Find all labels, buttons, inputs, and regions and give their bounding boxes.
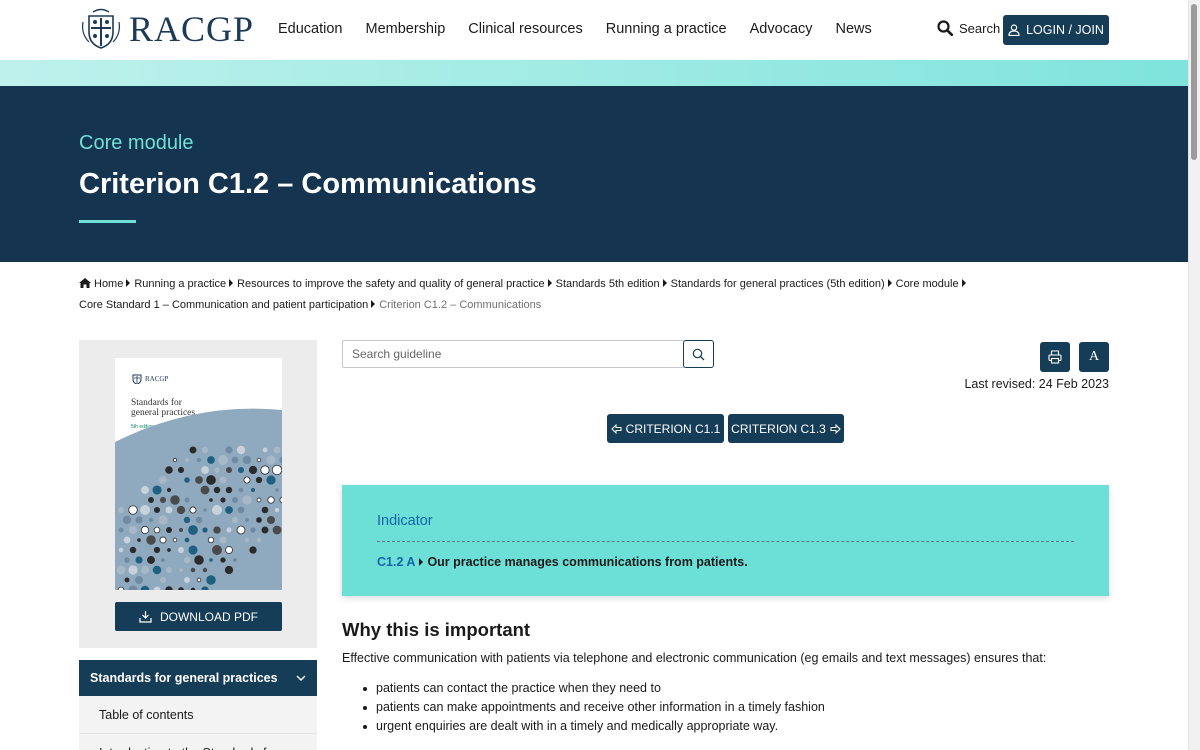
- breadcrumb-standards-5th[interactable]: Standards 5th edition: [556, 278, 660, 290]
- breadcrumb-caret-icon: [371, 300, 376, 308]
- breadcrumb-caret-icon: [887, 279, 892, 287]
- crest-icon: [132, 374, 142, 384]
- download-icon: [139, 611, 152, 623]
- breadcrumb-caret-icon: [547, 279, 552, 287]
- font-size-label: A: [1088, 349, 1100, 364]
- indicator-text: C1.2 A Our practice manages communication…: [377, 555, 748, 569]
- breadcrumb-standards-general-practices[interactable]: Standards for general practices (5th edi…: [671, 278, 885, 290]
- book-cover-logo: RACGP: [132, 374, 168, 384]
- login-join-button[interactable]: LOGIN / JOIN: [1003, 15, 1109, 45]
- hero-kicker: Core module: [79, 132, 194, 154]
- side-nav-item-table-of-contents[interactable]: Table of contents: [79, 696, 317, 734]
- guideline-search-button[interactable]: [683, 340, 714, 368]
- breadcrumb-caret-icon: [662, 279, 667, 287]
- search-label: Search: [959, 20, 1001, 36]
- list-item: patients can contact the practice when t…: [360, 681, 825, 700]
- download-label: DOWNLOAD PDF: [159, 609, 258, 624]
- nav-news[interactable]: News: [836, 21, 872, 37]
- logo-wordmark: RACGP: [129, 9, 255, 49]
- indicator-code: C1.2 A: [377, 555, 416, 569]
- breadcrumb-home[interactable]: Home: [79, 278, 123, 290]
- login-label: LOGIN / JOIN: [1026, 23, 1104, 37]
- search-icon: [937, 20, 953, 36]
- nav-membership[interactable]: Membership: [366, 21, 446, 37]
- page-title: Criterion C1.2 – Communications: [79, 168, 537, 200]
- print-icon: [1048, 350, 1062, 364]
- search-icon: [692, 348, 705, 360]
- breadcrumb-label: Home: [94, 278, 124, 290]
- breadcrumb-running-a-practice[interactable]: Running a practice: [134, 278, 226, 290]
- breadcrumb-core-standard-1[interactable]: Core Standard 1 – Communication and pati…: [79, 299, 368, 311]
- chevron-down-icon: [296, 675, 306, 681]
- nav-education[interactable]: Education: [278, 21, 343, 37]
- bullet-list: patients can contact the practice when t…: [360, 681, 825, 738]
- crest-icon: [82, 8, 120, 49]
- breadcrumb-core-module[interactable]: Core module: [896, 278, 959, 290]
- indicator-box: Indicator C1.2 A Our practice manages com…: [342, 485, 1109, 596]
- section-intro: Effective communication with patients vi…: [342, 651, 1047, 665]
- nav-running-a-practice[interactable]: Running a practice: [606, 21, 727, 37]
- header-search-button[interactable]: Search: [937, 20, 1000, 36]
- publication-panel: RACGP Standards for general practices 5t…: [79, 340, 317, 648]
- book-cover[interactable]: RACGP Standards for general practices 5t…: [115, 358, 282, 590]
- download-pdf-button[interactable]: DOWNLOAD PDF: [115, 602, 282, 631]
- arrow-right-icon: [830, 423, 841, 434]
- next-criterion-label: CRITERION C1.3: [731, 421, 826, 436]
- home-icon: [79, 278, 91, 288]
- side-nav-heading-label: Standards for general practices: [90, 671, 278, 685]
- next-criterion-button[interactable]: CRITERION C1.3: [728, 414, 844, 443]
- teal-banner-strip: [0, 60, 1188, 86]
- caret-right-icon: [419, 558, 424, 566]
- indicator-statement: Our practice manages communications from…: [427, 555, 748, 569]
- guideline-search-input[interactable]: [342, 340, 684, 368]
- user-icon: [1008, 24, 1020, 36]
- prev-criterion-button[interactable]: CRITERION C1.1: [607, 414, 724, 443]
- indicator-divider: [377, 541, 1074, 542]
- racgp-logo[interactable]: RACGP: [79, 8, 254, 50]
- nav-advocacy[interactable]: Advocacy: [750, 21, 813, 37]
- main-nav: Education Membership Clinical resources …: [278, 21, 895, 37]
- font-size-button[interactable]: A: [1079, 342, 1109, 372]
- list-item: patients can make appointments and recei…: [360, 700, 825, 719]
- side-nav-heading[interactable]: Standards for general practices: [79, 660, 317, 696]
- page-scrollbar-thumb[interactable]: [1191, 4, 1197, 160]
- guideline-search: [342, 340, 714, 368]
- book-cover-dot-pattern: [115, 408, 282, 590]
- site-header: RACGP Education Membership Clinical reso…: [0, 0, 1188, 60]
- standards-side-nav: Standards for general practices Table of…: [79, 660, 317, 750]
- book-cover-logo-text: RACGP: [145, 375, 169, 383]
- page-hero: Core module Criterion C1.2 – Communicati…: [0, 86, 1188, 262]
- print-button[interactable]: [1040, 342, 1070, 372]
- nav-clinical-resources[interactable]: Clinical resources: [468, 21, 582, 37]
- breadcrumb-resources[interactable]: Resources to improve the safety and qual…: [237, 278, 545, 290]
- breadcrumb-caret-icon: [229, 279, 234, 287]
- breadcrumb-caret-icon: [961, 279, 966, 287]
- section-heading: Why this is important: [342, 619, 531, 640]
- prev-criterion-label: CRITERION C1.1: [625, 421, 721, 436]
- arrow-left-icon: [610, 423, 622, 434]
- side-nav-item-introduction[interactable]: Introduction to the Standards for genera…: [79, 734, 317, 750]
- list-item: urgent enquiries are dealt with in a tim…: [360, 719, 825, 738]
- breadcrumb: Home Running a practice Resources to impro…: [79, 274, 1119, 316]
- breadcrumb-current: Criterion C1.2 – Communications: [379, 299, 542, 311]
- last-revised: Last revised: 24 Feb 2023: [964, 377, 1109, 391]
- indicator-label: Indicator: [377, 513, 433, 529]
- hero-underline: [79, 220, 136, 223]
- breadcrumb-caret-icon: [126, 279, 131, 287]
